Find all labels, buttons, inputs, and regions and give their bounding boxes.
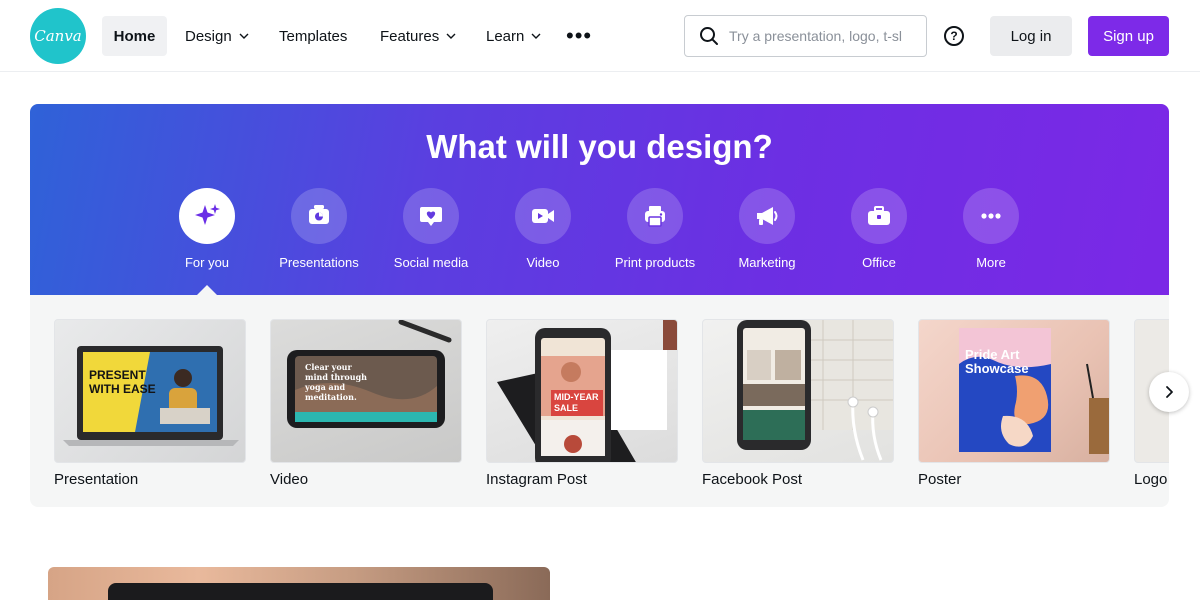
chevron-right-icon [1166,386,1173,398]
poster-mockup-image [959,328,1109,454]
template-title: Poster [918,471,962,488]
category-label: Print products [614,255,696,270]
category-print-products[interactable]: Print products [599,188,711,270]
briefcase-icon [868,206,890,225]
megaphone-icon [757,207,778,225]
template-thumbnail: MID-YEAR SALE [486,319,678,463]
category-label: Presentations [279,255,359,270]
category-presentations[interactable]: Presentations [263,188,375,270]
nav-learn[interactable]: Learn [486,16,542,56]
template-thumbnail: Pride Art Showcase [918,319,1110,463]
nav-templates[interactable]: Templates [279,16,347,56]
category-video-circle [515,188,571,244]
template-card-presentation[interactable]: PRESENT WITH EASE Presentation [54,319,246,488]
template-card-poster[interactable]: Pride Art Showcase Poster [918,319,1110,488]
template-title: Presentation [54,471,139,488]
printer-icon [645,206,665,227]
category-office-circle [851,188,907,244]
category-label: Social media [393,255,469,270]
chevron-down-icon [446,33,456,39]
presentation-icon [309,205,329,224]
template-title: Facebook Post [702,471,803,488]
hero-banner: What will you design? For you Presentati… [30,104,1169,295]
nav-home-label: Home [113,27,156,45]
category-label: Marketing [738,255,796,270]
category-marketing[interactable]: Marketing [711,188,823,270]
nav-design[interactable]: Design [185,16,250,56]
category-label: Office [862,255,896,270]
category-more-circle [963,188,1019,244]
nav-learn-label: Learn [486,27,525,45]
category-marketing-circle [739,188,795,244]
category-label: For you [184,255,230,270]
help-circle-icon[interactable]: ? [944,26,964,46]
thumbnail-caption: Pride Art Showcase [965,347,1029,376]
template-card-video[interactable]: Clear your mind through yoga and meditat… [270,319,462,488]
category-label: Video [526,255,560,270]
template-thumbnail: PRESENT WITH EASE [54,319,246,463]
template-title: Instagram Post [486,471,587,488]
category-more[interactable]: More [935,188,1047,270]
hero-title: What will you design? [426,128,773,165]
search-icon [700,27,718,45]
template-title: Video [270,471,309,488]
feature-banner-image [48,567,550,600]
nav-features-label: Features [380,27,440,45]
login-button[interactable]: Log in [990,16,1072,56]
carousel-next-button[interactable] [1149,372,1189,412]
category-office[interactable]: Office [823,188,935,270]
thumbnail-caption: PRESENT WITH EASE [89,368,156,396]
phone-mockup-image [737,320,893,461]
thumbnail-caption: Clear your mind through yoga and meditat… [305,362,367,402]
more-horizontal-icon [981,213,1001,219]
template-card-instagram-post[interactable]: MID-YEAR SALE Instagram Post [486,319,678,488]
nav-home[interactable]: Home [102,16,167,56]
sparkle-icon [195,204,220,225]
category-print-products-circle [627,188,683,244]
template-thumbnail [702,319,894,463]
heart-chat-icon [420,207,442,226]
search-input[interactable] [729,28,913,44]
category-label: More [976,255,1006,270]
category-social-media[interactable]: Social media [375,188,487,270]
nav-features[interactable]: Features [380,16,457,56]
template-thumbnail: Clear your mind through yoga and meditat… [270,319,462,463]
category-video[interactable]: Video [487,188,599,270]
search-bar[interactable] [684,15,927,57]
category-for-you-circle [179,188,235,244]
template-carousel: PRESENT WITH EASE Presentation Clear you… [30,295,1169,507]
device-mockup [108,583,493,600]
template-title: Logo [1134,471,1168,488]
nav-templates-label: Templates [279,27,348,45]
chevron-down-icon [531,33,541,39]
category-social-media-circle [403,188,459,244]
top-navigation: Canva Home Design Templates Features Lea… [0,0,1200,72]
thumbnail-caption: MID-YEAR SALE [551,390,603,416]
chevron-down-icon [239,33,249,39]
active-category-pointer [197,285,217,295]
template-card-facebook-post[interactable]: Facebook Post [702,319,894,488]
category-for-you[interactable]: For you [151,188,263,270]
canva-logo[interactable]: Canva [30,8,86,64]
signup-button[interactable]: Sign up [1088,16,1169,56]
video-camera-icon [532,209,554,223]
nav-design-label: Design [185,27,232,45]
more-horizontal-icon[interactable]: ••• [566,25,592,47]
category-presentations-circle [291,188,347,244]
